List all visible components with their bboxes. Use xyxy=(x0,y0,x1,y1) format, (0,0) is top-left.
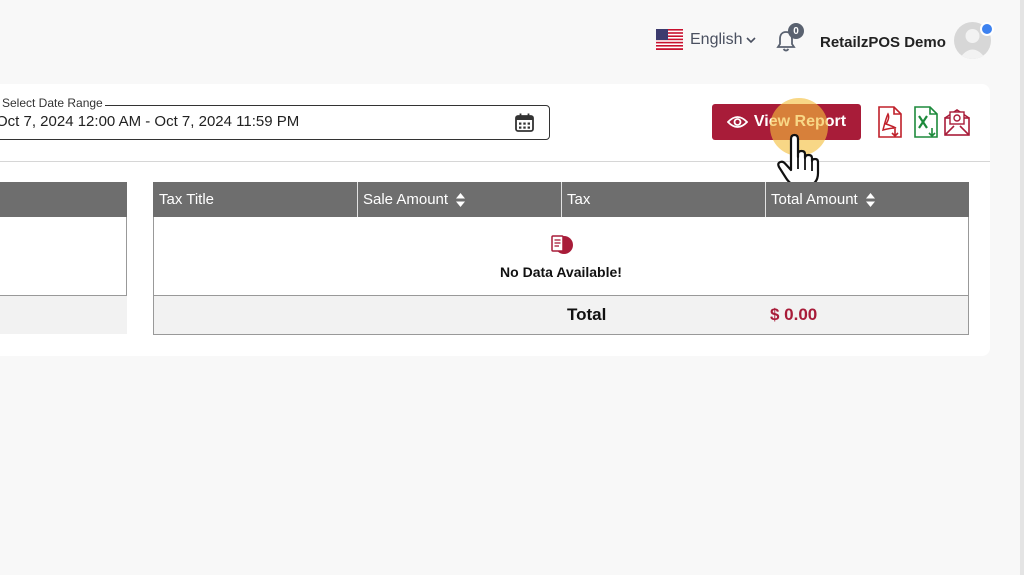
language-selector[interactable]: English xyxy=(656,29,757,50)
view-report-button[interactable]: View Report xyxy=(712,104,861,140)
column-header-tax: Tax xyxy=(567,191,591,208)
no-data-icon xyxy=(551,235,573,254)
column-header-tax-title: Tax Title xyxy=(159,191,215,208)
language-label: English xyxy=(690,30,743,48)
pdf-icon[interactable] xyxy=(876,106,904,138)
sort-icon[interactable] xyxy=(456,192,466,207)
chevron-down-icon xyxy=(746,36,757,43)
card-divider xyxy=(0,161,990,162)
date-range-value[interactable]: Oct 7, 2024 12:00 AM - Oct 7, 2024 11:59… xyxy=(0,113,299,130)
sort-icon[interactable] xyxy=(865,192,875,207)
column-header-sale-amount[interactable]: Sale Amount xyxy=(357,182,561,217)
view-report-label: View Report xyxy=(753,113,847,130)
user-name[interactable]: RetailzPOS Demo xyxy=(820,34,946,51)
online-status-dot xyxy=(980,22,994,36)
total-amount-value: $ 0.00 xyxy=(770,305,818,324)
empty-state-message: No Data Available! xyxy=(500,264,622,280)
date-range-legend: Select Date Range xyxy=(0,96,105,110)
calendar-icon[interactable] xyxy=(514,112,535,133)
window-edge xyxy=(1020,0,1024,575)
total-row xyxy=(154,295,968,334)
eye-icon xyxy=(726,116,748,128)
total-label: Total xyxy=(567,305,607,324)
notification-count-badge: 0 xyxy=(788,23,804,39)
left-table-total-row xyxy=(0,295,127,334)
us-flag-icon xyxy=(656,29,683,50)
email-icon[interactable] xyxy=(943,106,971,138)
column-header-total-amount[interactable]: Total Amount xyxy=(765,182,969,217)
excel-icon[interactable] xyxy=(912,106,940,138)
left-table-header xyxy=(0,182,127,217)
